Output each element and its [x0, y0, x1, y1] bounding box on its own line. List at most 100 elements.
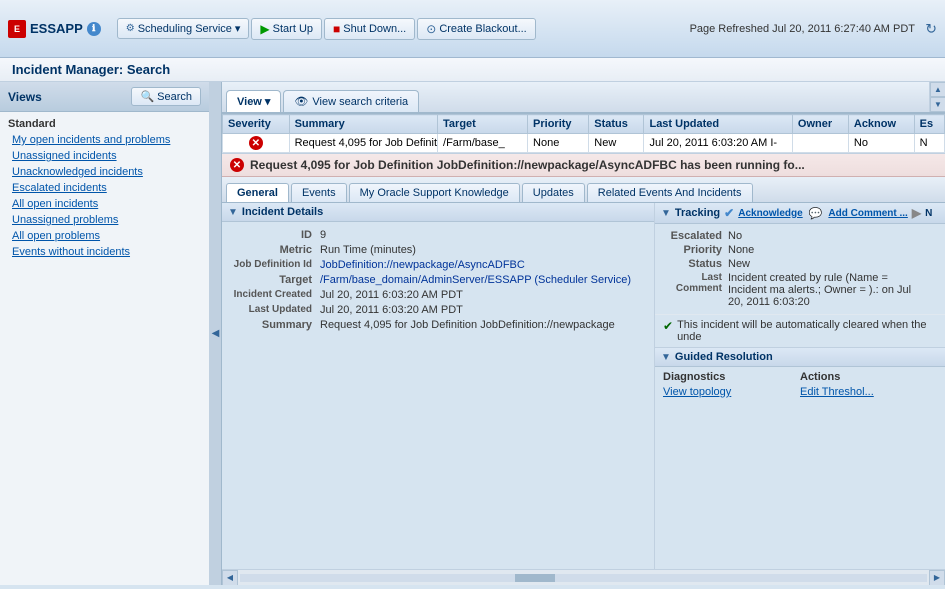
table-row[interactable]: ✕ Request 4,095 for Job Definition JobDe…	[223, 134, 945, 153]
priority-value: None	[728, 244, 937, 256]
start-up-button[interactable]: ▶ Start Up	[251, 18, 322, 40]
status-label: Status	[663, 258, 728, 270]
scroll-up-arrow[interactable]: ▲	[930, 82, 945, 97]
row-target: /Farm/base_	[438, 134, 528, 153]
view-topology-link[interactable]: View topology	[663, 386, 800, 398]
left-panel: ▼ Incident Details ID 9 Metric Run Time …	[222, 203, 655, 569]
detail-row-metric: Metric Run Time (minutes)	[230, 244, 646, 256]
summary-value: Request 4,095 for Job Definition JobDefi…	[320, 319, 646, 331]
detail-row-last-updated: Last Updated Jul 20, 2011 6:03:20 AM PDT	[230, 304, 646, 316]
app-title: E ESSAPP ℹ	[8, 20, 101, 38]
view-dropdown-icon: ▾	[265, 95, 271, 108]
scroll-left-arrow[interactable]: ◀	[222, 570, 238, 586]
acknowledge-button[interactable]: Acknowledge	[738, 208, 802, 219]
h-scroll-track[interactable]	[240, 574, 927, 582]
sidebar-item-unassigned-incidents[interactable]: Unassigned incidents	[0, 148, 209, 164]
row-acknowledge: No	[848, 134, 914, 153]
comment-value: Incident created by rule (Name = Inciden…	[728, 272, 918, 308]
row-owner	[792, 134, 848, 153]
right-panel: ▼ Tracking ✔ Acknowledge 💬 Add Comment .…	[655, 203, 945, 569]
binoculars-icon: 👁	[294, 95, 308, 108]
tab-updates[interactable]: Updates	[522, 183, 585, 202]
tracking-row-comment: Last Comment Incident created by rule (N…	[663, 272, 937, 308]
app-icon: E	[8, 20, 26, 38]
create-blackout-label: Create Blackout...	[439, 23, 526, 35]
incident-severity-icon: ✕	[230, 158, 244, 172]
detail-row-job: Job Definition Id JobDefinition://newpac…	[230, 259, 646, 271]
incident-details-title: Incident Details	[242, 206, 323, 218]
content-area: View ▾ 👁 View search criteria ▲ ▼ Severi…	[222, 82, 945, 585]
col-target[interactable]: Target	[438, 115, 528, 134]
row-priority: None	[528, 134, 589, 153]
target-label: Target	[230, 274, 320, 286]
add-comment-button[interactable]: Add Comment ...	[828, 208, 907, 219]
col-acknowledge[interactable]: Acknow	[848, 115, 914, 134]
bottom-scrollbar: ◀ ▶	[222, 569, 945, 585]
tab-events[interactable]: Events	[291, 183, 347, 202]
detail-row-target: Target /Farm/base_domain/AdminServer/ESS…	[230, 274, 646, 286]
col-severity[interactable]: Severity	[223, 115, 290, 134]
sidebar-item-unacknowledged[interactable]: Unacknowledged incidents	[0, 164, 209, 180]
blackout-icon: ⊙	[426, 22, 436, 36]
tab-oracle-support[interactable]: My Oracle Support Knowledge	[349, 183, 520, 202]
sidebar-item-unassigned-problems[interactable]: Unassigned problems	[0, 212, 209, 228]
col-last-updated[interactable]: Last Updated	[644, 115, 792, 134]
col-summary[interactable]: Summary	[289, 115, 437, 134]
incident-created-label: Incident Created	[230, 289, 320, 300]
page-refreshed-text: Page Refreshed Jul 20, 2011 6:27:40 AM P…	[690, 23, 915, 35]
guided-panel: ▼ Guided Resolution Diagnostics View top…	[655, 347, 945, 402]
tracking-grid: Escalated No Priority None Status New	[655, 224, 945, 314]
more-label: N	[925, 208, 932, 219]
status-value: New	[728, 258, 937, 270]
incident-tabs-bar: General Events My Oracle Support Knowled…	[222, 177, 945, 203]
info-icon[interactable]: ℹ	[87, 22, 101, 36]
edit-thresholds-link[interactable]: Edit Threshol...	[800, 386, 937, 398]
col-es[interactable]: Es	[914, 115, 944, 134]
tracking-row-priority: Priority None	[663, 244, 937, 256]
refresh-icon[interactable]: ↻	[925, 20, 937, 37]
scroll-down-arrow[interactable]: ▼	[930, 97, 945, 112]
row-summary: Request 4,095 for Job Definition JobDefi…	[289, 134, 437, 153]
sidebar-item-escalated[interactable]: Escalated incidents	[0, 180, 209, 196]
escalated-value: No	[728, 230, 937, 242]
tab-view-search-criteria[interactable]: 👁 View search criteria	[283, 90, 419, 112]
shut-down-button[interactable]: ■ Shut Down...	[324, 18, 415, 40]
col-status[interactable]: Status	[589, 115, 644, 134]
dropdown-arrow-icon: ▾	[235, 22, 241, 35]
shut-down-icon: ■	[333, 22, 340, 36]
tracking-header: ▼ Tracking ✔ Acknowledge 💬 Add Comment .…	[655, 203, 945, 224]
search-button[interactable]: 🔍 Search	[131, 87, 201, 106]
scroll-right-arrow[interactable]: ▶	[929, 570, 945, 586]
incident-detail-split: ▼ Incident Details ID 9 Metric Run Time …	[222, 203, 945, 569]
page-title: Incident Manager: Search	[12, 62, 170, 77]
tab-general[interactable]: General	[226, 183, 289, 202]
sidebar-item-all-open-problems[interactable]: All open problems	[0, 228, 209, 244]
tracking-collapse-icon[interactable]: ▼	[661, 208, 671, 219]
sidebar-item-my-open[interactable]: My open incidents and problems	[0, 132, 209, 148]
scheduling-service-button[interactable]: ⚙ Scheduling Service ▾	[117, 18, 250, 39]
auto-clear-check-icon: ✔	[663, 319, 673, 333]
id-value: 9	[320, 229, 646, 241]
job-value: JobDefinition://newpackage/AsyncADFBC	[320, 259, 646, 271]
comment-icon: 💬	[809, 207, 823, 220]
detail-row-summary: Summary Request 4,095 for Job Definition…	[230, 319, 646, 331]
sidebar-section-label: Standard	[0, 112, 209, 132]
col-priority[interactable]: Priority	[528, 115, 589, 134]
tracking-row-status: Status New	[663, 258, 937, 270]
tab-related-events[interactable]: Related Events And Incidents	[587, 183, 753, 202]
col-owner[interactable]: Owner	[792, 115, 848, 134]
guided-header: ▼ Guided Resolution	[655, 348, 945, 367]
sidebar-item-events-without[interactable]: Events without incidents	[0, 244, 209, 260]
collapse-icon[interactable]: ▼	[228, 207, 238, 218]
scheduling-icon: ⚙	[126, 23, 135, 34]
view-tab-label: View	[237, 96, 262, 108]
sidebar-collapse-arrow[interactable]: ◀	[210, 82, 222, 585]
actions-title: Actions	[800, 371, 937, 383]
tab-view[interactable]: View ▾	[226, 90, 281, 112]
job-label: Job Definition Id	[230, 259, 320, 270]
create-blackout-button[interactable]: ⊙ Create Blackout...	[417, 18, 536, 40]
guided-collapse-icon[interactable]: ▼	[661, 352, 671, 363]
sidebar-item-all-open-incidents[interactable]: All open incidents	[0, 196, 209, 212]
id-label: ID	[230, 229, 320, 241]
metric-label: Metric	[230, 244, 320, 256]
